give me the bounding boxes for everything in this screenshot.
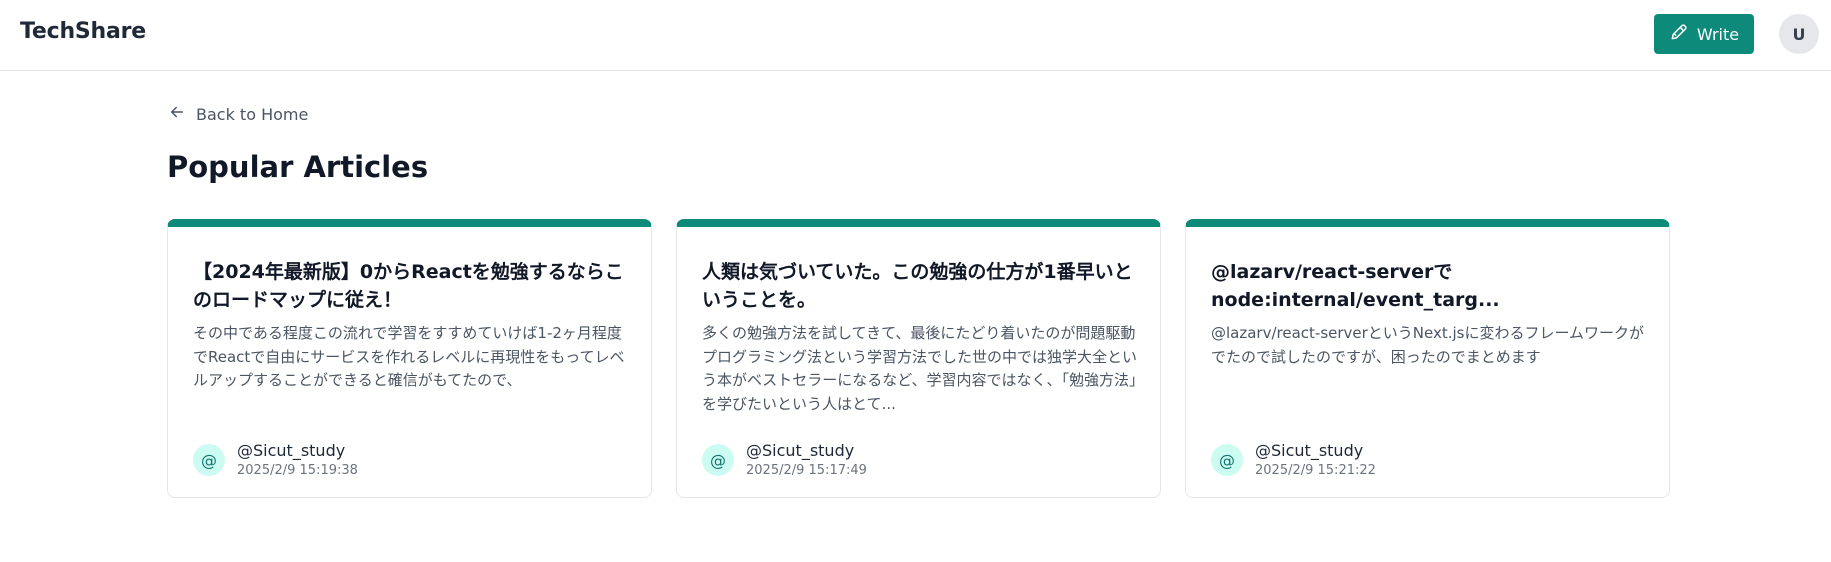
back-link-label: Back to Home: [196, 104, 309, 124]
article-title[interactable]: 【2024年最新版】0からReactを勉強するならこのロードマップに従え！: [193, 258, 629, 314]
article-card-list: 【2024年最新版】0からReactを勉強するならこのロードマップに従え！ その…: [167, 219, 1670, 498]
author-name[interactable]: @Sicut_study: [746, 440, 867, 461]
author-name[interactable]: @Sicut_study: [1255, 440, 1376, 461]
article-author: @ @Sicut_study 2025/2/9 15:17:49: [702, 440, 867, 480]
write-label: Write: [1696, 24, 1740, 44]
arrow-left-icon: [168, 103, 186, 125]
page-title: Popular Articles: [167, 150, 429, 184]
author-name[interactable]: @Sicut_study: [237, 440, 358, 461]
article-author: @ @Sicut_study 2025/2/9 15:21:22: [1211, 440, 1376, 480]
top-header: TechShare Write U: [0, 0, 1831, 71]
article-date: 2025/2/9 15:21:22: [1255, 462, 1376, 478]
article-date: 2025/2/9 15:19:38: [237, 462, 358, 478]
article-title[interactable]: 人類は気づいていた。この勉強の仕方が1番早いということを。: [702, 258, 1138, 314]
write-button[interactable]: Write: [1654, 14, 1754, 54]
author-meta: @Sicut_study 2025/2/9 15:17:49: [746, 440, 867, 481]
user-avatar[interactable]: U: [1779, 14, 1819, 54]
brand-logo[interactable]: TechShare: [20, 19, 146, 44]
author-meta: @Sicut_study 2025/2/9 15:19:38: [237, 440, 358, 481]
author-meta: @Sicut_study 2025/2/9 15:21:22: [1255, 440, 1376, 481]
article-card[interactable]: @lazarv/react-serverでnode:internal/event…: [1185, 219, 1670, 498]
article-excerpt: 多くの勉強方法を試してきて、最後にたどり着いたのが問題駆動プログラミング法という…: [702, 324, 1138, 413]
back-to-home-link[interactable]: Back to Home: [168, 103, 308, 125]
article-card[interactable]: 【2024年最新版】0からReactを勉強するならこのロードマップに従え！ その…: [167, 219, 652, 498]
article-excerpt: その中である程度この流れで学習をすすめていけば1-2ヶ月程度でReactで自由に…: [193, 324, 625, 389]
article-author: @ @Sicut_study 2025/2/9 15:19:38: [193, 440, 358, 480]
article-date: 2025/2/9 15:17:49: [746, 462, 867, 478]
author-at-icon: @: [702, 444, 734, 476]
author-at-icon: @: [1211, 444, 1243, 476]
article-title[interactable]: @lazarv/react-serverでnode:internal/event…: [1211, 258, 1647, 314]
author-at-icon: @: [193, 444, 225, 476]
article-card[interactable]: 人類は気づいていた。この勉強の仕方が1番早いということを。 多くの勉強方法を試し…: [676, 219, 1161, 498]
pen-icon: [1669, 22, 1689, 46]
article-excerpt: @lazarv/react-serverというNext.jsに変わるフレームワー…: [1211, 324, 1645, 366]
